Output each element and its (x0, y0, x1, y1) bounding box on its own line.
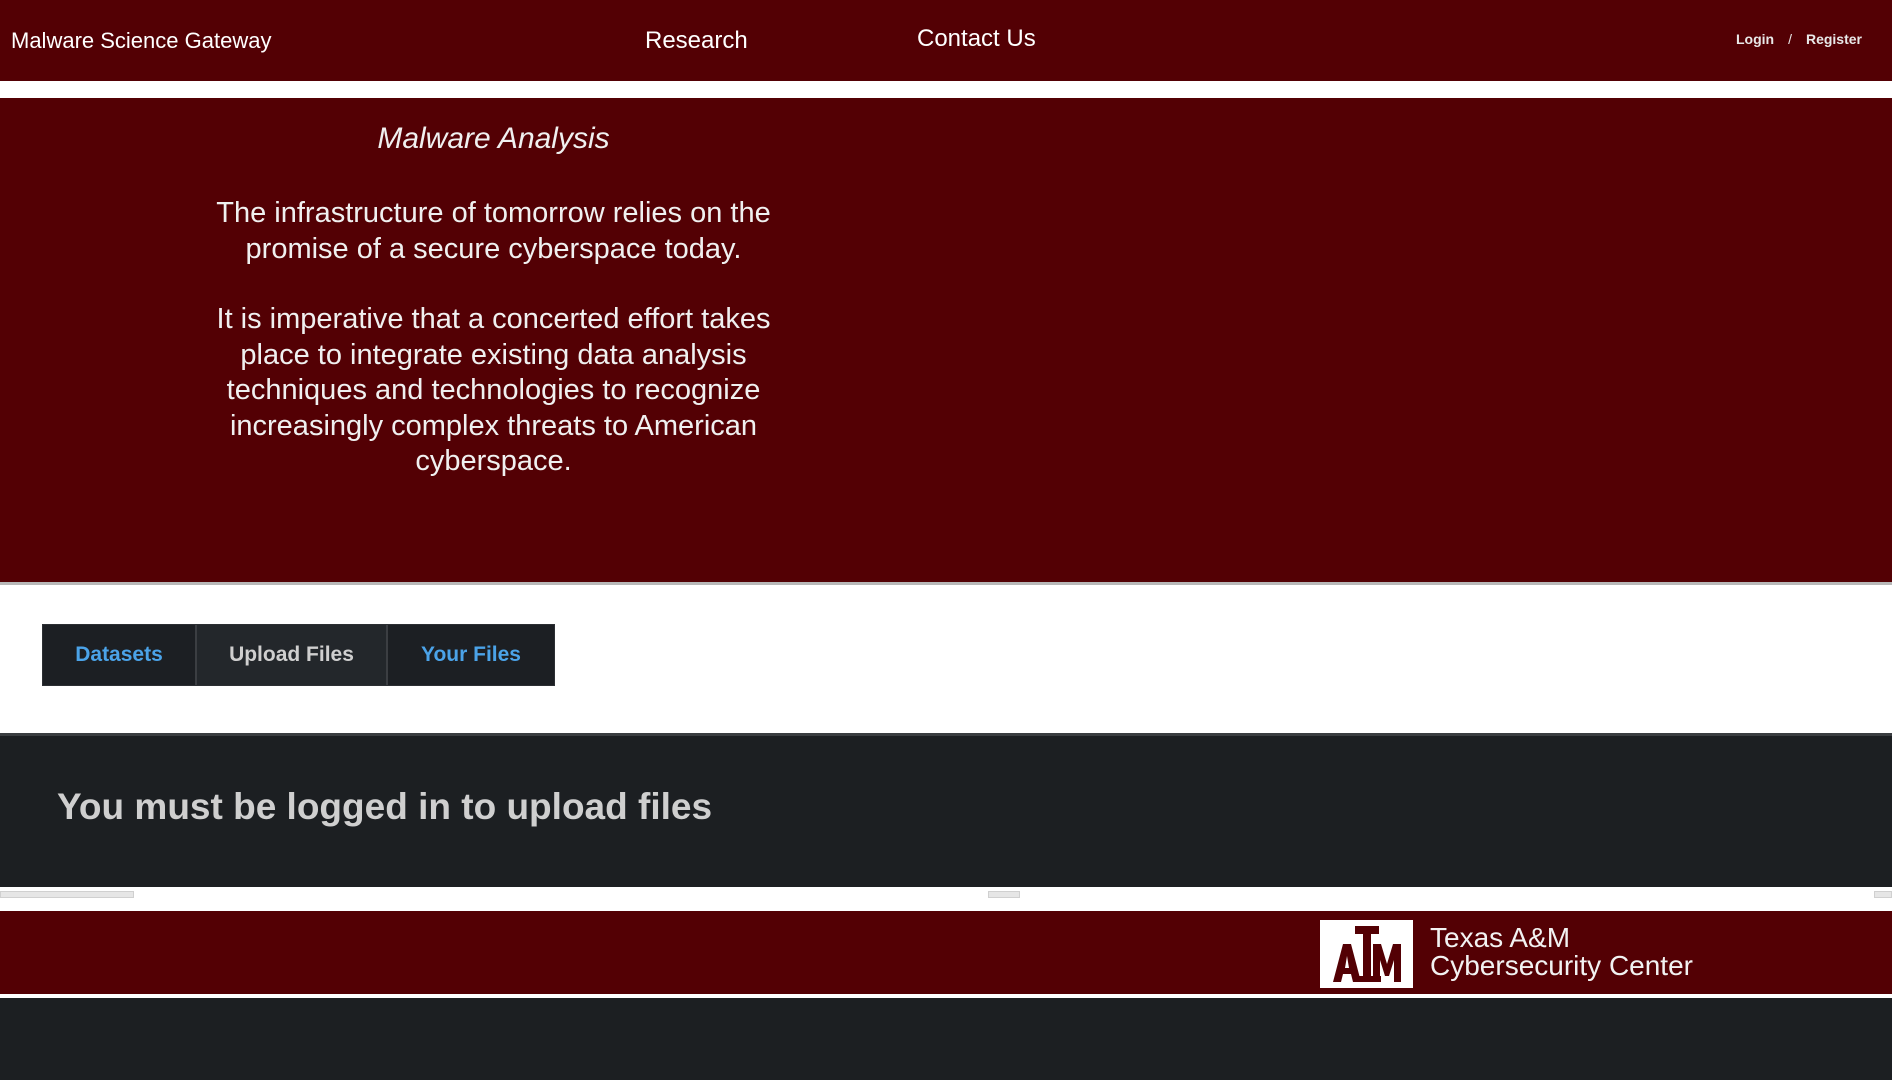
logo-line-2: Cybersecurity Center (1430, 950, 1693, 981)
cybersecurity-center-label: Texas A&M Cybersecurity Center (1430, 924, 1693, 980)
hero-text-column: Malware Analysis The infrastructure of t… (205, 122, 782, 515)
hero-paragraph-1: The infrastructure of tomorrow relies on… (216, 197, 771, 265)
nav-research-link[interactable]: Research (645, 27, 748, 55)
tab-upload-files[interactable]: Upload Files (197, 625, 388, 685)
strip-segment (0, 891, 134, 898)
tab-datasets[interactable]: Datasets (43, 625, 197, 685)
nav-contact-link[interactable]: Contact Us (917, 25, 1036, 53)
strip-segment (1874, 891, 1892, 898)
auth-links: Login / Register (1736, 31, 1862, 47)
strip-segment (988, 891, 1020, 898)
brand-link[interactable]: Malware Science Gateway (11, 28, 271, 54)
tab-your-files[interactable]: Your Files (388, 625, 554, 685)
login-link[interactable]: Login (1736, 31, 1774, 47)
logo-line-1: Texas A&M (1430, 922, 1571, 953)
hero-paragraph-2: It is imperative that a concerted effort… (216, 303, 771, 477)
footer: Texas A&M Cybersecurity Center (0, 911, 1892, 994)
hero-divider (0, 582, 1892, 585)
auth-separator: / (1788, 31, 1792, 47)
hero-section: Malware Analysis The infrastructure of t… (0, 98, 1892, 582)
file-tabs: Datasets Upload Files Your Files (42, 624, 555, 686)
upload-panel: You must be logged in to upload files (0, 733, 1892, 887)
footer-divider-strip (0, 887, 1892, 903)
tamu-logo-icon (1320, 920, 1413, 988)
page-bottom-area (0, 998, 1892, 1080)
login-required-message: You must be logged in to upload files (57, 786, 713, 827)
register-link[interactable]: Register (1806, 31, 1862, 47)
top-navbar: Malware Science Gateway Research Contact… (0, 0, 1892, 81)
hero-title: Malware Analysis (377, 122, 610, 155)
